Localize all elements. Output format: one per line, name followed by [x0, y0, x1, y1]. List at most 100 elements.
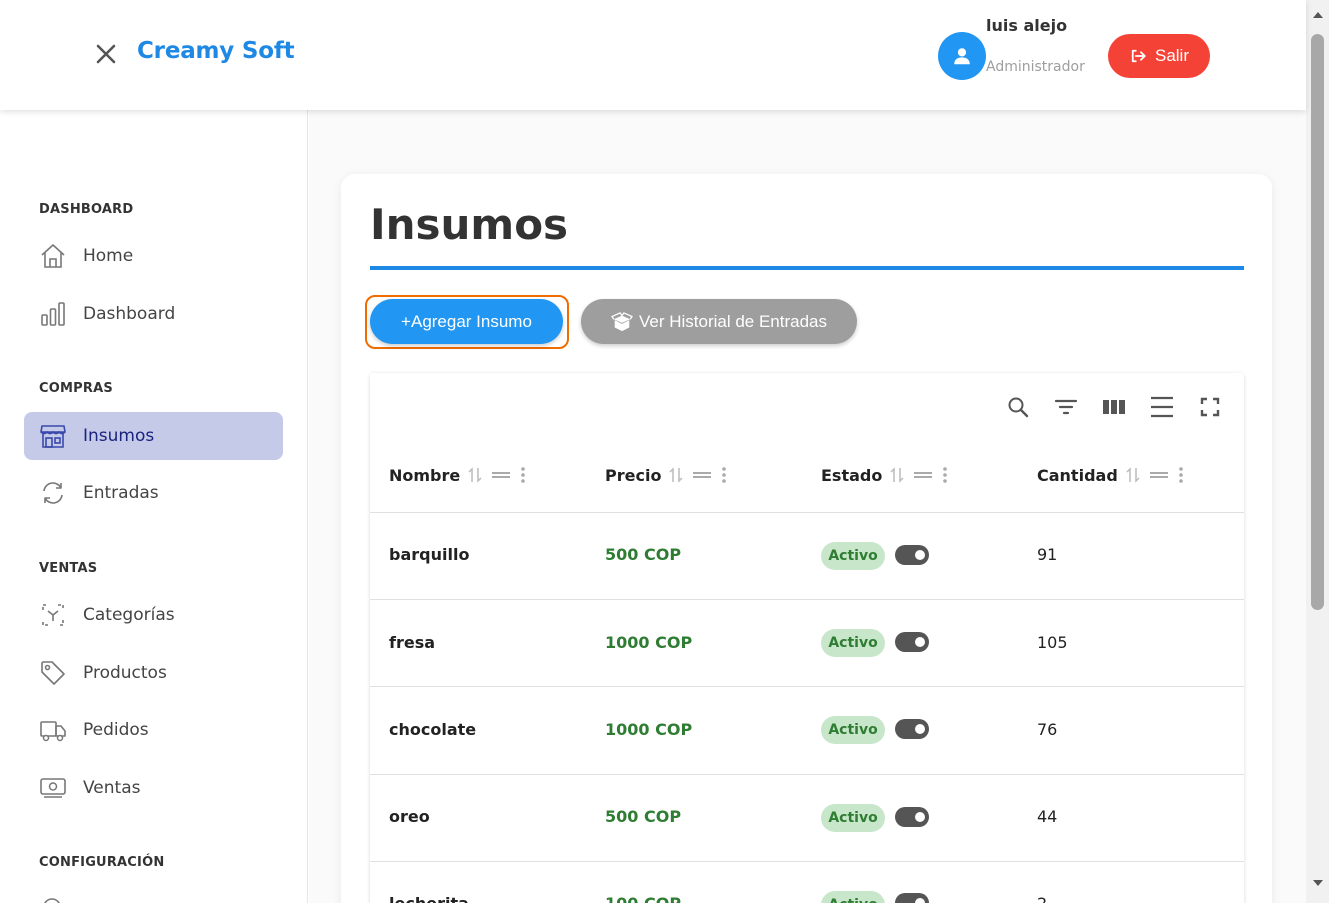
- cell-cantidad: 91: [1037, 545, 1058, 564]
- cell-precio: 1000 COP: [605, 633, 693, 652]
- status-toggle[interactable]: [895, 893, 929, 903]
- money-icon: [40, 778, 66, 798]
- refresh-icon: [43, 482, 63, 504]
- category-icon: [42, 604, 64, 626]
- row-divider: [370, 512, 1244, 513]
- sort-icon[interactable]: [669, 466, 683, 484]
- sort-icon[interactable]: [1126, 466, 1140, 484]
- user-role: Administrador: [986, 59, 1085, 75]
- sidebar-item-label: Dashboard: [83, 304, 176, 324]
- store-icon: [40, 425, 66, 448]
- column-header-cantidad[interactable]: Cantidad: [1037, 463, 1184, 487]
- row-divider: [370, 599, 1244, 600]
- logout-button[interactable]: Salir: [1108, 34, 1210, 78]
- status-badge: Activo: [821, 542, 885, 570]
- drag-handle-icon[interactable]: [1148, 468, 1170, 482]
- sidebar-item-label: Ventas: [83, 778, 141, 798]
- status-toggle[interactable]: [895, 632, 929, 652]
- status-toggle[interactable]: [895, 545, 929, 565]
- sidebar-item-label: Categorías: [83, 605, 175, 625]
- user-name: luis alejo: [986, 16, 1068, 35]
- truck-icon: [40, 721, 66, 742]
- status-badge: Activo: [821, 716, 885, 744]
- column-header-label: Cantidad: [1037, 465, 1118, 485]
- logout-icon: [1131, 49, 1146, 63]
- brand-title[interactable]: Creamy Soft: [137, 38, 295, 64]
- search-icon[interactable]: [1005, 394, 1031, 420]
- cell-cantidad: 2: [1037, 894, 1047, 903]
- sidebar-item-insumos[interactable]: Insumos: [24, 412, 283, 460]
- more-vert-icon[interactable]: [942, 466, 948, 484]
- sidebar-item-pedidos[interactable]: Pedidos: [24, 706, 283, 754]
- status-badge: Activo: [821, 891, 885, 903]
- cell-nombre: barquillo: [389, 545, 470, 564]
- sidebar-item-label: Productos: [83, 663, 167, 683]
- logout-label: Salir: [1154, 46, 1189, 65]
- cell-precio: 1000 COP: [605, 720, 693, 739]
- sidebar-item-label: Insumos: [83, 426, 155, 446]
- status-toggle[interactable]: [895, 807, 929, 827]
- sidebar-item-home[interactable]: Home: [24, 232, 283, 280]
- column-header-label: Estado: [821, 465, 883, 485]
- sidebar-item-categorias[interactable]: Categorías: [24, 591, 283, 639]
- drag-handle-icon[interactable]: [912, 468, 934, 482]
- title-divider: [370, 266, 1244, 270]
- row-divider: [370, 774, 1244, 775]
- close-menu-icon[interactable]: [94, 42, 118, 66]
- more-vert-icon[interactable]: [520, 466, 526, 484]
- sidebar-item-label: Pedidos: [83, 720, 149, 740]
- sidebar-item-productos[interactable]: Productos: [24, 649, 283, 697]
- insumos-table: Nombre Precio Estado Cantidad barquillo: [370, 373, 1244, 903]
- columns-icon[interactable]: [1101, 394, 1127, 420]
- cell-precio: 100 COP: [605, 894, 681, 903]
- status-badge: Activo: [821, 804, 885, 832]
- more-vert-icon[interactable]: [721, 466, 727, 484]
- settings-icon[interactable]: [39, 894, 65, 903]
- sidebar-section-configuracion: CONFIGURACIÓN: [39, 855, 165, 870]
- column-header-nombre[interactable]: Nombre: [389, 463, 526, 487]
- sidebar-item-entradas[interactable]: Entradas: [24, 469, 283, 517]
- sidebar-item-dashboard[interactable]: Dashboard: [24, 290, 283, 338]
- history-button-label: Ver Historial de Entradas: [638, 311, 828, 331]
- column-header-label: Precio: [605, 465, 662, 485]
- sidebar-section-ventas: VENTAS: [39, 561, 98, 576]
- user-avatar[interactable]: [938, 32, 986, 80]
- scroll-up-arrow-icon[interactable]: [1313, 12, 1323, 18]
- sort-icon[interactable]: [468, 466, 482, 484]
- app-page: Creamy Soft luis alejo Administrador Sal…: [0, 0, 1329, 903]
- cell-nombre: chocolate: [389, 720, 477, 739]
- history-button[interactable]: Ver Historial de Entradas: [581, 299, 857, 344]
- status-toggle[interactable]: [895, 719, 929, 739]
- fullscreen-icon[interactable]: [1197, 394, 1223, 420]
- cell-nombre: lecherita: [389, 894, 469, 903]
- sidebar-item-ventas[interactable]: Ventas: [24, 764, 283, 812]
- sidebar-item-label: Entradas: [83, 483, 159, 503]
- cell-nombre: fresa: [389, 633, 436, 652]
- column-header-label: Nombre: [389, 465, 461, 485]
- bar-chart-icon: [41, 302, 65, 326]
- sidebar-section-compras: COMPRAS: [39, 381, 113, 396]
- column-header-precio[interactable]: Precio: [605, 463, 727, 487]
- more-vert-icon[interactable]: [1178, 466, 1184, 484]
- scroll-down-arrow-icon[interactable]: [1313, 880, 1323, 886]
- row-divider: [370, 686, 1244, 687]
- sidebar-item-label: Home: [83, 246, 134, 266]
- sort-icon[interactable]: [890, 466, 904, 484]
- sidebar-section-dashboard: DASHBOARD: [39, 202, 134, 217]
- cell-cantidad: 105: [1037, 633, 1068, 652]
- box-open-icon: [611, 311, 633, 331]
- add-insumo-button[interactable]: +Agregar Insumo: [370, 299, 563, 344]
- scroll-thumb[interactable]: [1311, 34, 1324, 610]
- home-icon: [41, 244, 65, 268]
- cell-cantidad: 76: [1037, 720, 1058, 739]
- row-divider: [370, 861, 1244, 862]
- density-icon[interactable]: [1149, 394, 1175, 420]
- status-badge: Activo: [821, 629, 885, 657]
- drag-handle-icon[interactable]: [691, 468, 713, 482]
- tag-icon: [41, 661, 65, 685]
- page-scrollbar[interactable]: [1306, 0, 1329, 903]
- cell-nombre: oreo: [389, 807, 430, 826]
- filter-icon[interactable]: [1053, 394, 1079, 420]
- column-header-estado[interactable]: Estado: [821, 463, 948, 487]
- drag-handle-icon[interactable]: [490, 468, 512, 482]
